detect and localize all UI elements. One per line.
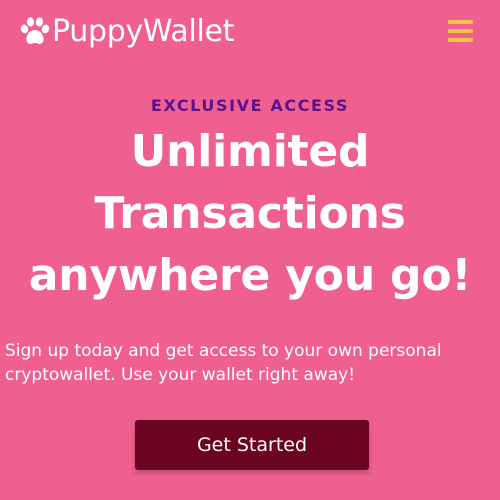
navbar: PuppyWallet: [0, 0, 500, 64]
headline-line: Unlimited: [130, 126, 370, 177]
menu-bar: [448, 29, 473, 33]
menu-bar: [448, 20, 473, 24]
brand-link[interactable]: PuppyWallet: [18, 13, 234, 51]
description-line: cryptowallet. Use your wallet right away…: [5, 365, 356, 385]
description-line: Sign up today and get access to your own…: [5, 341, 442, 361]
menu-bar: [448, 38, 473, 42]
eyebrow-label: EXCLUSIVE ACCESS: [150, 96, 350, 115]
brand-name: PuppyWallet: [52, 14, 235, 49]
hamburger-menu-icon[interactable]: [445, 18, 477, 44]
headline-line: Transactions: [94, 188, 406, 239]
headline-line: anywhere you go!: [28, 250, 472, 301]
hero-headline: Unlimited Transactions anywhere you go!: [0, 121, 500, 307]
hero-description: Sign up today and get access to your own…: [5, 339, 485, 387]
get-started-button[interactable]: Get Started: [135, 420, 369, 470]
paw-icon: [20, 17, 50, 44]
